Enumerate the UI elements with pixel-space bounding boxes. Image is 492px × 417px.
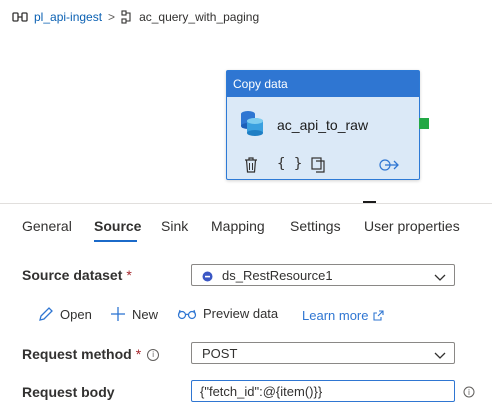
source-dataset-select[interactable]: ds_RestResource1 — [191, 264, 455, 286]
chevron-down-icon — [434, 270, 446, 285]
required-asterisk: * — [126, 267, 132, 283]
tab-user-properties[interactable]: User properties — [364, 218, 460, 234]
request-body-label: Request body — [22, 384, 115, 400]
tab-general[interactable]: General — [22, 218, 72, 234]
svg-text:i: i — [468, 388, 470, 397]
output-arrow-icon[interactable] — [379, 158, 401, 177]
database-icon — [239, 109, 265, 142]
glasses-icon — [177, 308, 197, 320]
source-dataset-value: ds_RestResource1 — [222, 268, 333, 283]
new-label: New — [132, 306, 159, 322]
preview-data-button[interactable]: Preview data — [177, 306, 278, 321]
panel-divider — [0, 203, 492, 204]
activity-card[interactable]: Copy data ac_api_to_raw { } — [226, 70, 420, 180]
new-dataset-button[interactable]: New — [110, 306, 158, 322]
active-tab-indicator — [94, 240, 137, 242]
plus-icon — [110, 306, 126, 322]
code-icon[interactable]: { } — [277, 156, 302, 172]
source-dataset-label: Source dataset * — [22, 267, 132, 283]
preview-data-label: Preview data — [203, 306, 279, 321]
rest-dataset-icon — [202, 270, 213, 285]
learn-more-link[interactable]: Learn more — [302, 308, 385, 323]
tab-sink[interactable]: Sink — [161, 218, 188, 234]
request-body-input[interactable]: {"fetch_id":@{item()}} — [191, 380, 455, 402]
required-asterisk: * — [135, 346, 142, 362]
breadcrumb-separator: > — [108, 10, 116, 24]
request-method-label-text: Request method — [22, 346, 132, 362]
delete-icon[interactable] — [244, 157, 258, 178]
open-label: Open — [60, 306, 92, 322]
breadcrumb-activity: ac_query_with_paging — [139, 10, 260, 24]
source-dataset-label-text: Source dataset — [22, 267, 123, 283]
breadcrumb: pl_api-ingest > ac_query_with_paging — [12, 9, 259, 25]
request-method-value: POST — [202, 346, 238, 361]
pipeline-icon — [12, 11, 28, 23]
info-icon[interactable]: i — [147, 349, 160, 362]
dynamic-content-icon[interactable]: i — [463, 385, 475, 403]
tab-mapping[interactable]: Mapping — [211, 218, 265, 234]
tab-source[interactable]: Source — [94, 218, 141, 234]
activity-card-header: Copy data — [227, 71, 419, 97]
tab-settings[interactable]: Settings — [290, 218, 341, 234]
chevron-down-icon — [434, 348, 446, 363]
pencil-icon — [38, 306, 54, 322]
breadcrumb-pipeline-link[interactable]: pl_api-ingest — [34, 10, 102, 24]
request-method-label: Request method * i — [22, 346, 160, 362]
external-link-icon — [373, 310, 385, 321]
open-dataset-button[interactable]: Open — [38, 306, 92, 322]
success-output-handle[interactable] — [419, 118, 429, 129]
request-method-select[interactable]: POST — [191, 342, 455, 364]
copy-icon[interactable] — [311, 157, 326, 178]
request-body-value: {"fetch_id":@{item()}} — [200, 384, 323, 399]
activity-name: ac_api_to_raw — [277, 117, 369, 133]
activity-icon — [121, 10, 133, 24]
learn-more-label: Learn more — [302, 308, 369, 323]
